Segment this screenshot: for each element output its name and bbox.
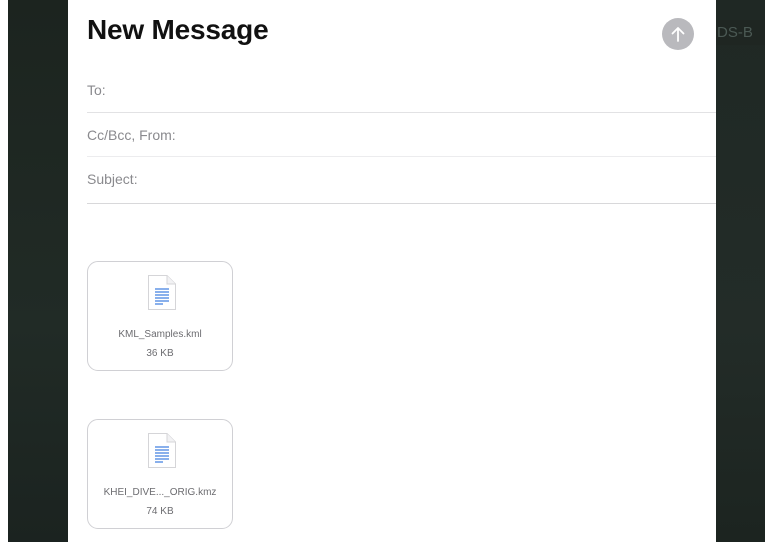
compose-title: New Message	[87, 14, 269, 45]
subject-input[interactable]	[87, 157, 716, 203]
attachment-khei-dive[interactable]: KHEI_DIVE..._ORIG.kmz 74 KB	[87, 419, 233, 529]
attachment-name: KML_Samples.kml	[118, 329, 202, 340]
document-icon	[147, 432, 177, 469]
left-edge	[0, 0, 8, 542]
attachment-kml-samples[interactable]: KML_Samples.kml 36 KB	[87, 261, 233, 371]
attachment-size: 36 KB	[146, 348, 174, 359]
background-window-label: DS-B	[716, 20, 765, 45]
compose-sheet: New Message To: Cc/Bcc, From: Subject: K…	[68, 0, 716, 542]
cc-bcc-from-label: Cc/Bcc, From:	[87, 127, 176, 143]
to-field[interactable]: To:	[87, 68, 716, 113]
attachment-size: 74 KB	[146, 506, 174, 517]
to-input[interactable]	[87, 68, 716, 112]
background-window-left	[8, 0, 68, 542]
background-window-right	[716, 0, 765, 542]
attachment-name: KHEI_DIVE..._ORIG.kmz	[103, 487, 217, 498]
subject-field[interactable]: Subject:	[87, 157, 716, 204]
send-button[interactable]	[662, 18, 694, 50]
cc-bcc-from-field[interactable]: Cc/Bcc, From:	[87, 113, 716, 157]
arrow-up-icon	[670, 25, 686, 43]
document-icon	[147, 274, 177, 311]
